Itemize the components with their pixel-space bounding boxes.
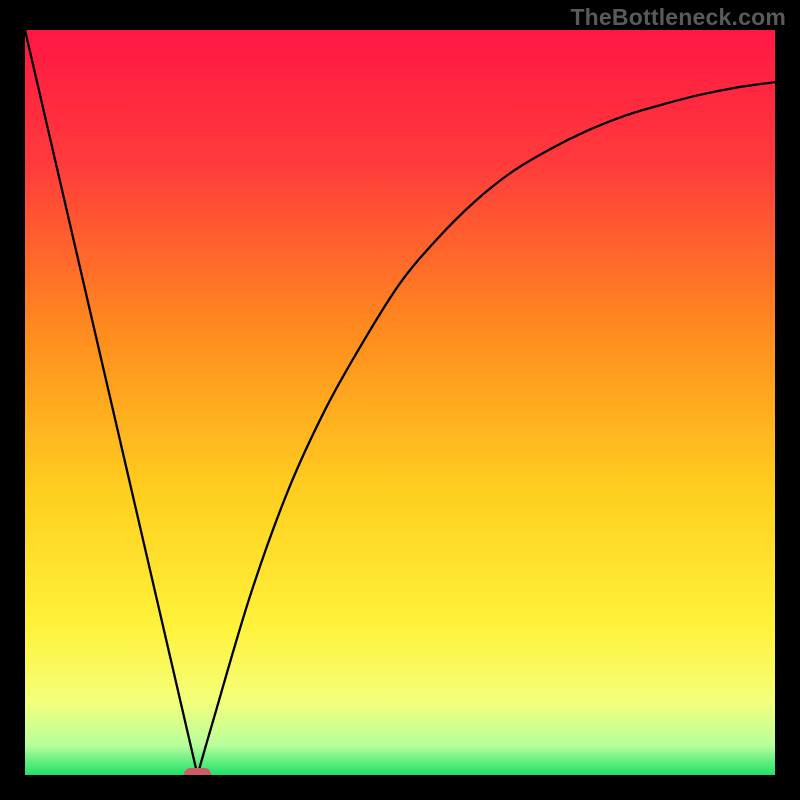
chart-container: TheBottleneck.com bbox=[0, 0, 800, 800]
bottleneck-plot bbox=[25, 30, 775, 775]
watermark-text: TheBottleneck.com bbox=[570, 4, 786, 31]
plot-background bbox=[25, 30, 775, 775]
marker-current bbox=[185, 769, 211, 776]
